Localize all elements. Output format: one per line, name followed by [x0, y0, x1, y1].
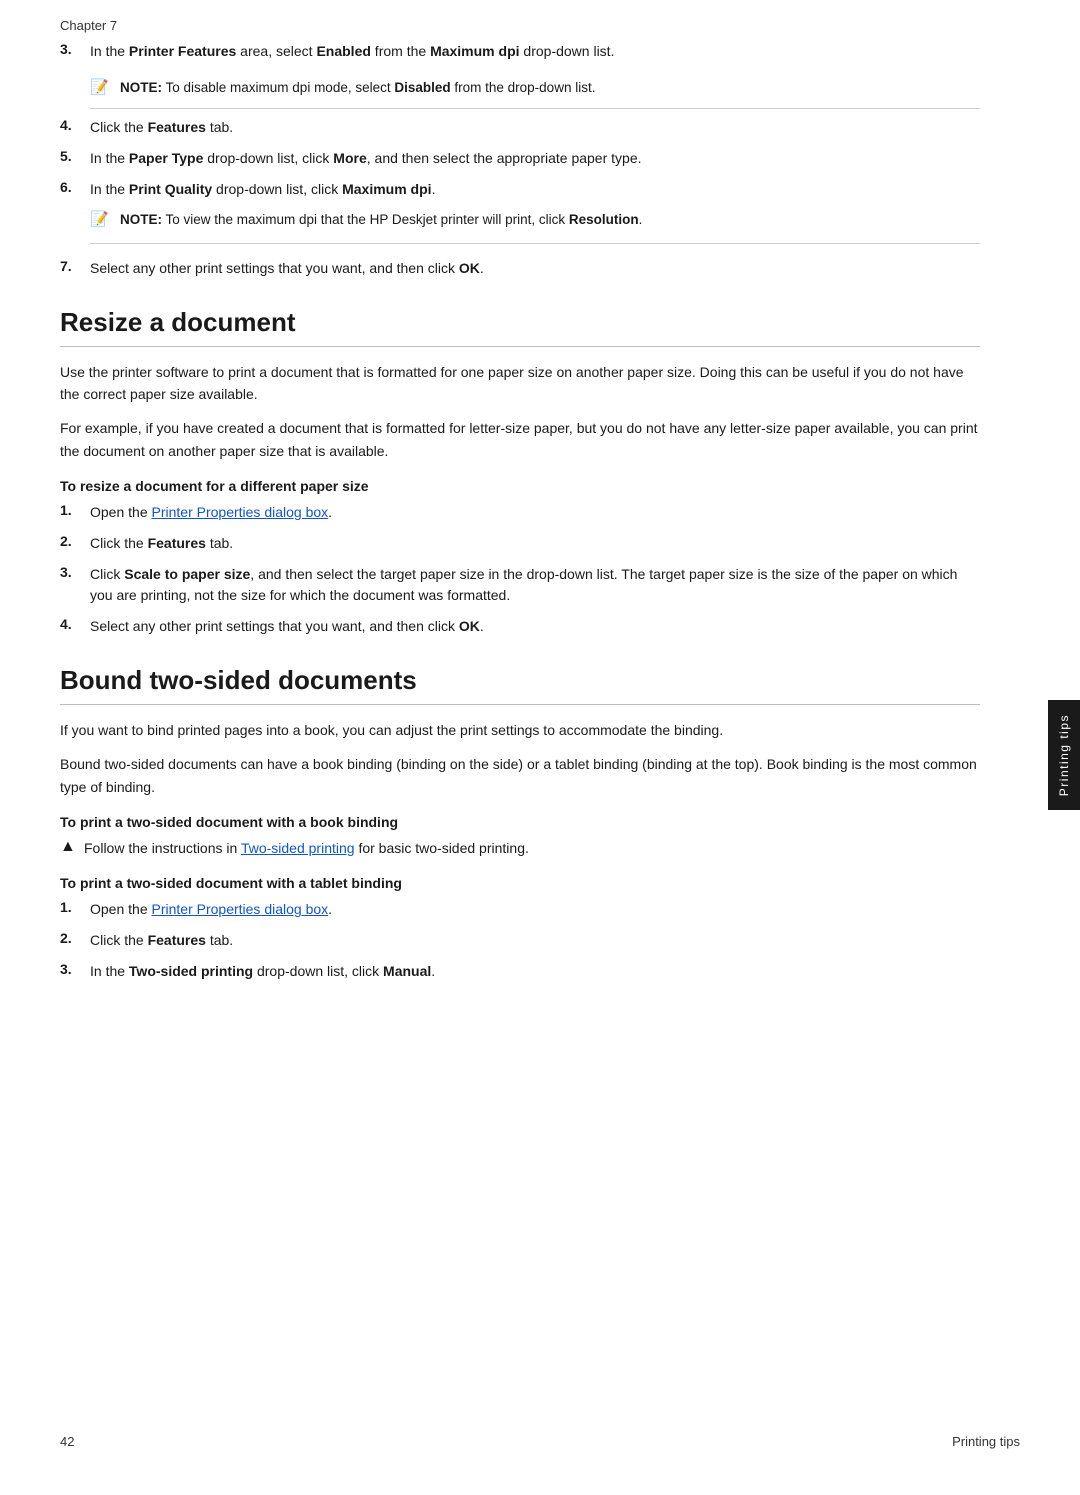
- tablet-step-3: 3. In the Two-sided printing drop-down l…: [60, 961, 980, 982]
- tablet-step-1-number: 1.: [60, 899, 90, 915]
- note-icon-2: 📝: [90, 210, 112, 228]
- side-tab: Printing tips: [1048, 700, 1080, 810]
- bullet-marker: ▲: [60, 838, 84, 856]
- step-5: 5. In the Paper Type drop-down list, cli…: [60, 148, 980, 169]
- printer-properties-link-2[interactable]: Printer Properties dialog box: [152, 901, 329, 917]
- note-2: 📝 NOTE: To view the maximum dpi that the…: [90, 210, 980, 243]
- tablet-step-2-content: Click the Features tab.: [90, 930, 980, 951]
- book-binding-bullet: ▲ Follow the instructions in Two-sided p…: [60, 838, 980, 859]
- resize-step-1: 1. Open the Printer Properties dialog bo…: [60, 502, 980, 523]
- step-3-content: In the Printer Features area, select Ena…: [90, 41, 980, 62]
- bound-para-2: Bound two-sided documents can have a boo…: [60, 753, 980, 798]
- resize-step-3: 3. Click Scale to paper size, and then s…: [60, 564, 980, 606]
- page-footer: 42 Printing tips: [0, 1418, 1080, 1465]
- resize-step-4: 4. Select any other print settings that …: [60, 616, 980, 637]
- page-container: Printing tips Chapter 7 3. In the Printe…: [0, 0, 1080, 1495]
- main-content: 3. In the Printer Features area, select …: [0, 41, 1040, 1052]
- page-header: Chapter 7: [0, 0, 1080, 41]
- footer-page-number: 42: [60, 1434, 74, 1449]
- bound-subsection1-title: To print a two-sided document with a boo…: [60, 814, 980, 830]
- step-6-number: 6.: [60, 179, 90, 195]
- resize-step-3-number: 3.: [60, 564, 90, 580]
- resize-step-2: 2. Click the Features tab.: [60, 533, 980, 554]
- step-4-content: Click the Features tab.: [90, 117, 980, 138]
- bound-para-1: If you want to bind printed pages into a…: [60, 719, 980, 741]
- book-binding-content: Follow the instructions in Two-sided pri…: [84, 838, 980, 859]
- note-1: 📝 NOTE: To disable maximum dpi mode, sel…: [90, 72, 980, 109]
- step-3: 3. In the Printer Features area, select …: [60, 41, 980, 62]
- resize-subsection-title: To resize a document for a different pap…: [60, 478, 980, 494]
- resize-step-1-content: Open the Printer Properties dialog box.: [90, 502, 980, 523]
- step-5-content: In the Paper Type drop-down list, click …: [90, 148, 980, 169]
- footer-section-label: Printing tips: [952, 1434, 1020, 1449]
- two-sided-printing-link[interactable]: Two-sided printing: [241, 840, 355, 856]
- step-4: 4. Click the Features tab.: [60, 117, 980, 138]
- resize-section-title: Resize a document: [60, 307, 980, 347]
- resize-step-2-number: 2.: [60, 533, 90, 549]
- note-2-text: NOTE: To view the maximum dpi that the H…: [120, 210, 642, 230]
- resize-para-1: Use the printer software to print a docu…: [60, 361, 980, 406]
- bound-subsection2-title: To print a two-sided document with a tab…: [60, 875, 980, 891]
- step-7-content: Select any other print settings that you…: [90, 258, 980, 279]
- step-6: 6. In the Print Quality drop-down list, …: [60, 179, 980, 200]
- resize-step-1-number: 1.: [60, 502, 90, 518]
- tablet-step-3-number: 3.: [60, 961, 90, 977]
- resize-para-2: For example, if you have created a docum…: [60, 417, 980, 462]
- printer-properties-link-1[interactable]: Printer Properties dialog box: [152, 504, 329, 520]
- step-7-number: 7.: [60, 258, 90, 274]
- tablet-step-1-content: Open the Printer Properties dialog box.: [90, 899, 980, 920]
- resize-step-4-number: 4.: [60, 616, 90, 632]
- resize-step-4-content: Select any other print settings that you…: [90, 616, 980, 637]
- note-icon-1: 📝: [90, 78, 112, 96]
- tablet-step-2-number: 2.: [60, 930, 90, 946]
- step-7: 7. Select any other print settings that …: [60, 258, 980, 279]
- tablet-step-1: 1. Open the Printer Properties dialog bo…: [60, 899, 980, 920]
- side-tab-label: Printing tips: [1057, 714, 1071, 796]
- tablet-step-2: 2. Click the Features tab.: [60, 930, 980, 951]
- resize-step-2-content: Click the Features tab.: [90, 533, 980, 554]
- chapter-label: Chapter 7: [60, 18, 117, 33]
- bound-section-title: Bound two-sided documents: [60, 665, 980, 705]
- step-5-number: 5.: [60, 148, 90, 164]
- note-1-text: NOTE: To disable maximum dpi mode, selec…: [120, 78, 595, 98]
- step-3-number: 3.: [60, 41, 90, 57]
- step-6-content: In the Print Quality drop-down list, cli…: [90, 179, 980, 200]
- step-4-number: 4.: [60, 117, 90, 133]
- resize-step-3-content: Click Scale to paper size, and then sele…: [90, 564, 980, 606]
- tablet-step-3-content: In the Two-sided printing drop-down list…: [90, 961, 980, 982]
